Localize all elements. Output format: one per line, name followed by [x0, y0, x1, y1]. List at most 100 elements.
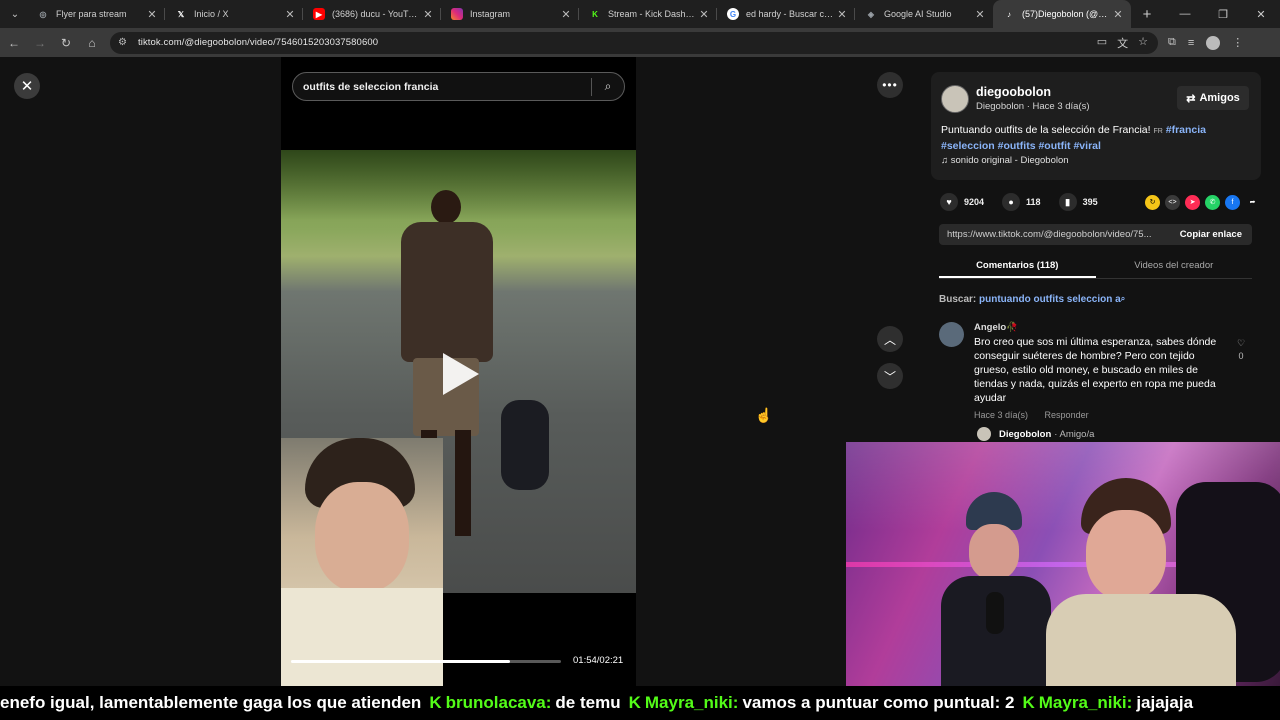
comment-like-button[interactable]: ♡ 0 [1237, 337, 1245, 363]
video-progress-bar[interactable] [291, 660, 561, 663]
facebook-icon[interactable]: f [1225, 194, 1240, 210]
video-search-bar[interactable]: outfits de seleccion francia ⌕ [292, 72, 625, 101]
close-window-icon[interactable]: ✕ [1242, 0, 1280, 28]
like-button[interactable]: ♥ 9204 [940, 193, 984, 211]
forward-icon[interactable]: → [28, 31, 52, 55]
facecam-face [315, 482, 409, 592]
close-tab-icon[interactable]: ✕ [145, 8, 159, 21]
whatsapp-icon[interactable]: ✆ [1205, 194, 1220, 210]
tab-x[interactable]: 𝕏 Inicio / X ✕ [165, 0, 303, 28]
hashtag[interactable]: #francia [1166, 124, 1206, 136]
post-meta: Diegobolon · Hace 3 día(s) [976, 101, 1090, 112]
cast-icon[interactable]: ▭ [1097, 35, 1107, 51]
comment-button[interactable]: ● 118 [1002, 193, 1041, 211]
search-icon[interactable]: ⌕ [592, 79, 624, 94]
copy-link-box: https://www.tiktok.com/@diegoobolon/vide… [939, 224, 1252, 245]
creator-facecam [281, 438, 443, 686]
description-text: Puntuando outfits de la selección de Fra… [941, 124, 1151, 136]
close-tab-icon[interactable]: ✕ [973, 8, 987, 21]
buscar-query: puntuando outfits seleccion a [979, 294, 1121, 305]
tab-instagram[interactable]: Instagram ✕ [441, 0, 579, 28]
subject-coat [401, 222, 493, 362]
copy-link-button[interactable]: Copiar enlace [1170, 229, 1252, 240]
post-link[interactable]: https://www.tiktok.com/@diegoobolon/vide… [939, 229, 1170, 240]
play-icon[interactable] [443, 353, 479, 395]
chevron-up-icon[interactable]: ︿ [877, 326, 903, 352]
kick-icon: K [592, 9, 598, 19]
google-icon: G [727, 8, 739, 20]
back-icon[interactable]: ← [2, 31, 26, 55]
hashtag[interactable]: #viral [1073, 140, 1100, 152]
video-player[interactable]: outfits de seleccion francia ⌕ 01:54/02:… [281, 57, 636, 686]
tab-title: Flyer para stream [56, 9, 127, 19]
media-icon[interactable]: ≡ [1188, 37, 1194, 49]
home-icon[interactable]: ⌂ [80, 31, 104, 55]
tab-search-button[interactable]: ⌄ [3, 2, 27, 26]
avatar[interactable] [939, 322, 964, 347]
close-tab-icon[interactable]: ✕ [283, 8, 297, 21]
tab-google[interactable]: G ed hardy - Buscar con Google ✕ [717, 0, 855, 28]
tab-creator-videos[interactable]: Videos del creador [1096, 253, 1253, 278]
person-body [1046, 594, 1236, 686]
subject-head [431, 190, 461, 224]
address-bar[interactable]: ⚙ tiktok.com/@diegoobolon/video/75460152… [110, 31, 1158, 54]
profile-avatar[interactable] [1206, 35, 1221, 50]
tab-title: Inicio / X [194, 9, 229, 19]
more-options-icon[interactable]: ••• [877, 72, 903, 98]
comment-meta: Hace 3 día(s) Responder [974, 410, 1089, 420]
tab-title: Google AI Studio [884, 9, 952, 19]
menu-kebab-icon[interactable]: ⋮ [1232, 36, 1243, 49]
tab-ai-studio[interactable]: ◈ Google AI Studio ✕ [855, 0, 993, 28]
chevron-down-icon[interactable]: ﹀ [877, 363, 903, 389]
tab-youtube[interactable]: ▶ (3686) ducu - YouTube ✕ [303, 0, 441, 28]
tab-flyer[interactable]: ◎ Flyer para stream ✕ [27, 0, 165, 28]
comment-like-count: 0 [1238, 351, 1244, 361]
search-query: outfits de seleccion francia [303, 80, 439, 93]
sound-link[interactable]: ♫ sonido original - Diegobolon [941, 155, 1069, 166]
site-info-icon[interactable]: ⚙ [118, 37, 130, 49]
avatar[interactable] [977, 427, 991, 441]
tab-kick[interactable]: K Stream - Kick Dashboard ✕ [579, 0, 717, 28]
chat-username: brunolacava: [445, 693, 552, 712]
close-tab-icon[interactable]: ✕ [421, 8, 435, 21]
repost-icon[interactable]: ↻ [1145, 194, 1160, 210]
share-arrow-icon[interactable]: ➦ [1245, 195, 1260, 210]
new-tab-button[interactable]: + [1135, 6, 1159, 23]
engagement-bar: ♥ 9204 ● 118 ▮ 395 ↻ <> ➤ ✆ f ➦ [940, 191, 1260, 213]
avatar[interactable] [941, 85, 969, 113]
maximize-icon[interactable]: ❐ [1204, 0, 1242, 28]
person-face [1086, 510, 1166, 600]
send-icon[interactable]: ➤ [1185, 194, 1200, 210]
hashtag[interactable]: #seleccion [941, 140, 995, 152]
kick-icon: K [1022, 693, 1035, 712]
hashtag[interactable]: #outfits [998, 140, 1036, 152]
related-search[interactable]: Buscar: puntuando outfits seleccion a⌕ [939, 294, 1125, 305]
tab-tiktok-active[interactable]: ♪ (57)Diegobolon (@diegobolon) ✕ [993, 0, 1131, 28]
reply-author[interactable]: Diegobolon [999, 429, 1051, 440]
reply-button[interactable]: Responder [1045, 410, 1089, 420]
tiktok-icon: ♪ [1007, 9, 1011, 19]
comment-text: Bro creo que sos mi última esperanza, sa… [974, 336, 1217, 404]
close-tab-icon[interactable]: ✕ [1111, 8, 1125, 21]
close-icon[interactable]: ✕ [14, 73, 40, 99]
video-time: 01:54/02:21 [573, 655, 624, 666]
hand-cursor-icon: ☝ [755, 407, 773, 423]
amigos-button[interactable]: ⇄ Amigos [1177, 86, 1249, 110]
webcam-person [1046, 478, 1236, 686]
close-tab-icon[interactable]: ✕ [835, 8, 849, 21]
post-username[interactable]: diegoobolon [976, 85, 1051, 99]
reload-icon[interactable]: ↻ [54, 31, 78, 55]
tab-comments[interactable]: Comentarios (118) [939, 253, 1096, 278]
search-icon: ⌕ [1120, 294, 1126, 303]
embed-icon[interactable]: <> [1165, 194, 1180, 210]
comment-author[interactable]: Angelo🥀 [974, 322, 1018, 333]
minimize-icon[interactable]: — [1166, 0, 1204, 28]
extensions-icon[interactable]: ⧉ [1168, 36, 1176, 49]
hashtag[interactable]: #outfit [1038, 140, 1070, 152]
translate-icon[interactable]: 文 [1117, 35, 1128, 51]
like-count: 9204 [964, 197, 985, 207]
bookmark-star-icon[interactable]: ☆ [1138, 35, 1148, 51]
save-button[interactable]: ▮ 395 [1058, 193, 1098, 211]
close-tab-icon[interactable]: ✕ [559, 8, 573, 21]
close-tab-icon[interactable]: ✕ [697, 8, 711, 21]
